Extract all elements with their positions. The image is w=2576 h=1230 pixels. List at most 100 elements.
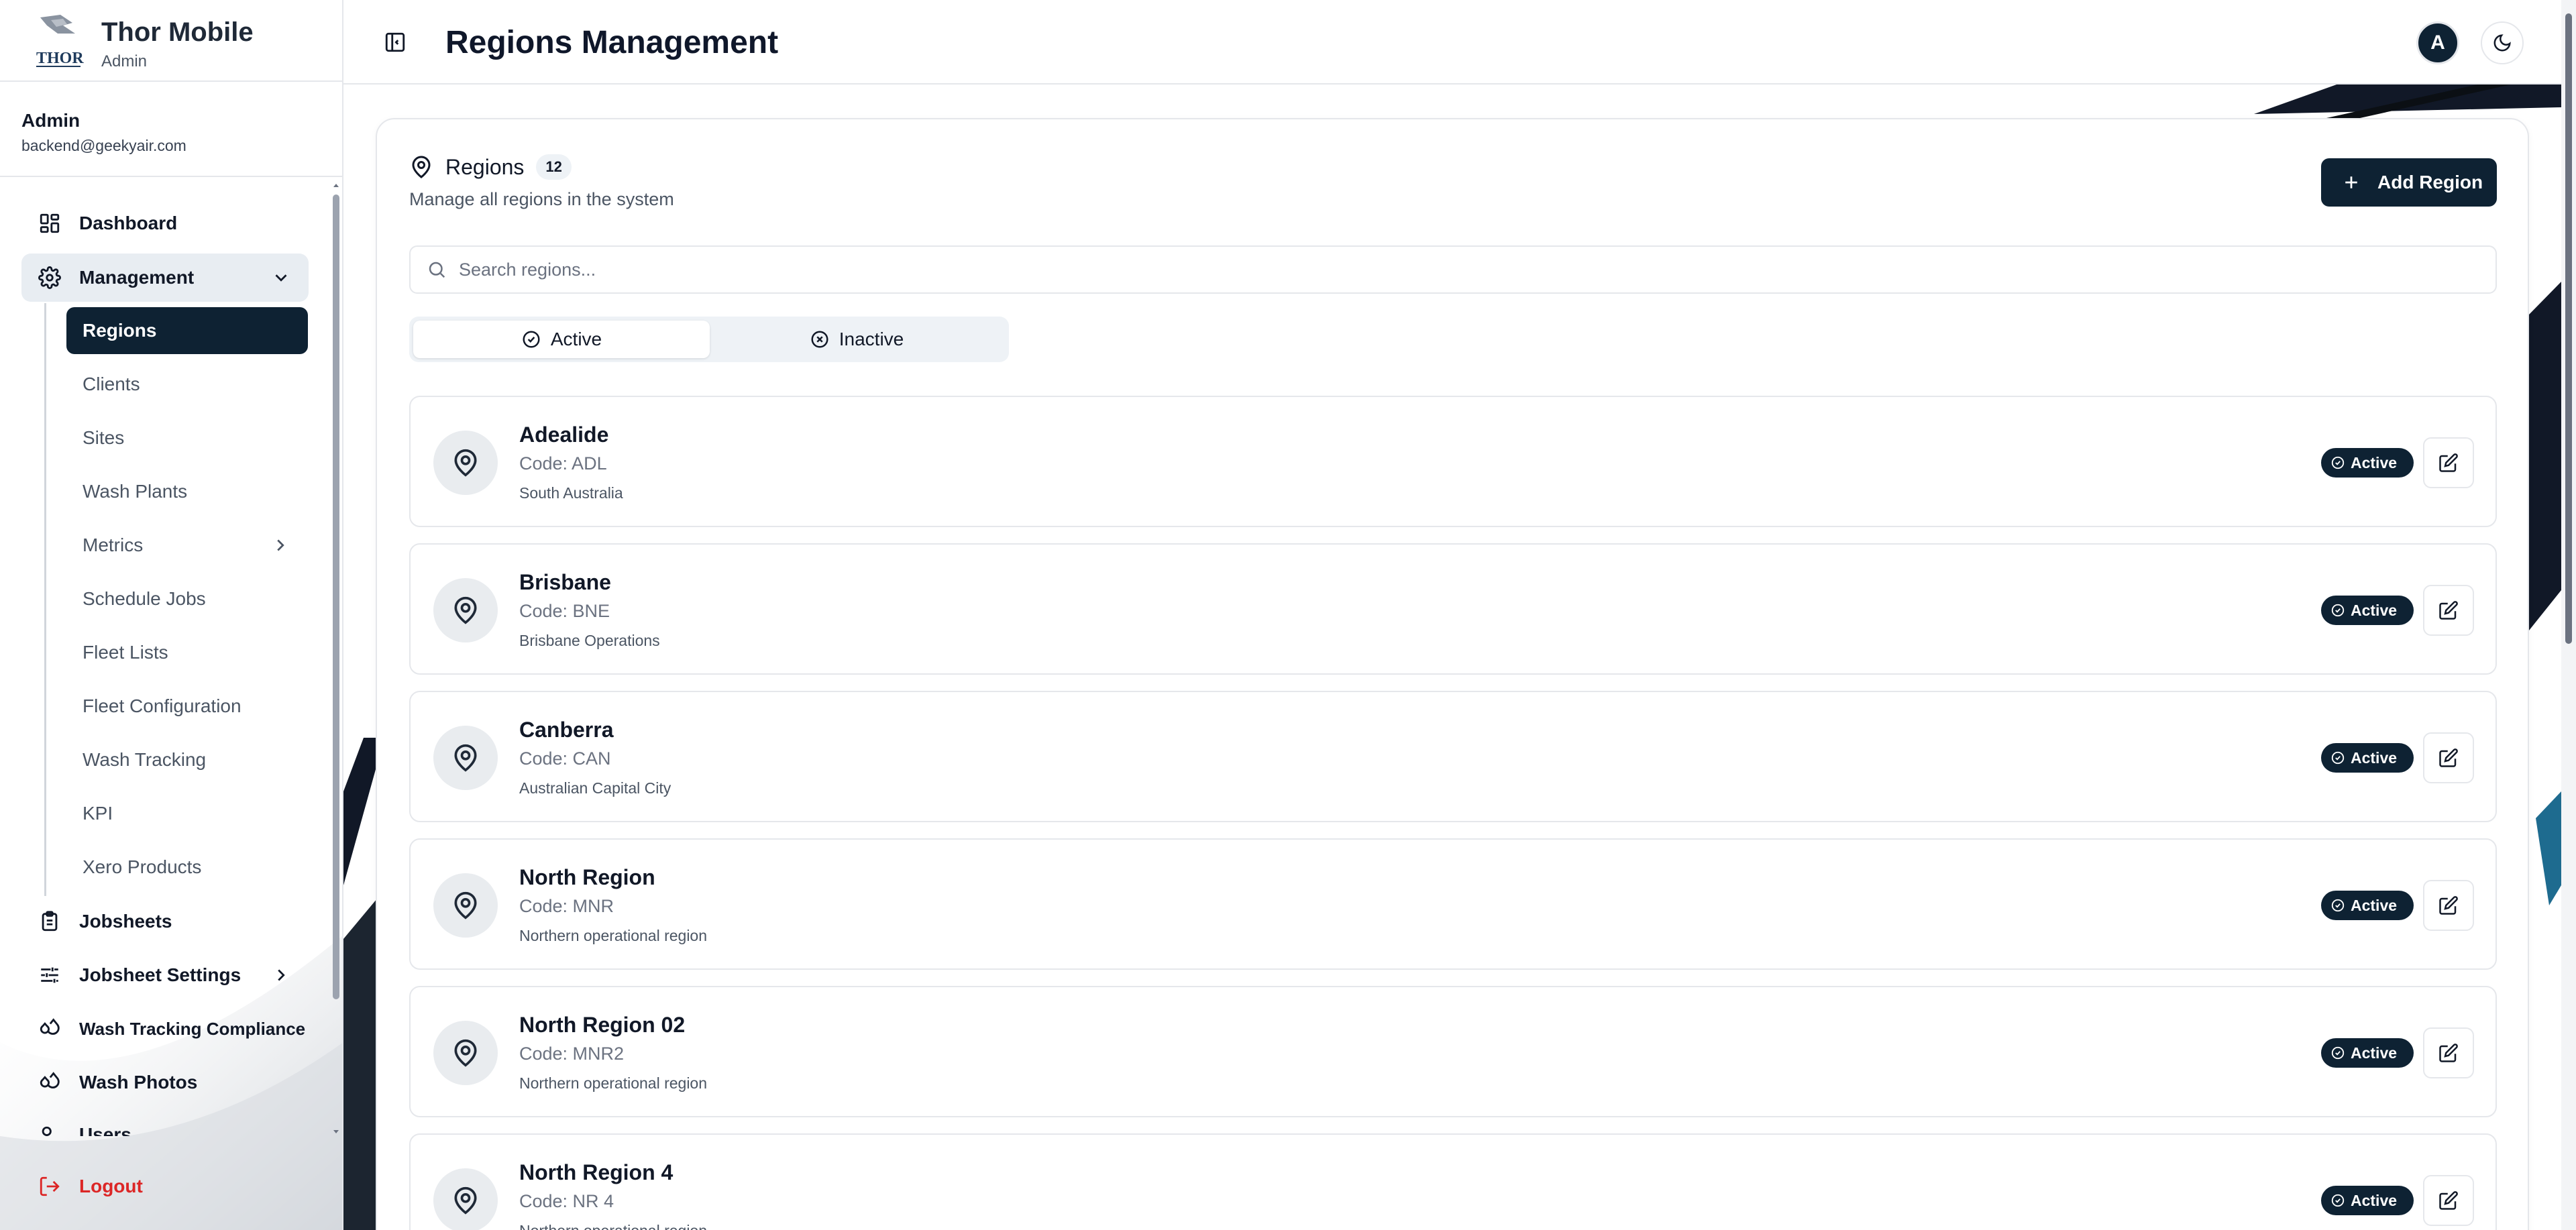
edit-button[interactable] xyxy=(2423,1027,2474,1078)
status-label: Active xyxy=(2351,1044,2398,1062)
map-pin-icon xyxy=(454,596,477,624)
sidebar-scrollbar[interactable] xyxy=(331,181,341,1136)
check-circle-icon xyxy=(2331,751,2345,765)
region-code: Code: NR 4 xyxy=(519,1191,614,1211)
region-list: Adealide Code: ADL South Australia Activ… xyxy=(409,396,2497,1230)
edit-icon xyxy=(2439,601,2458,620)
droplets-icon xyxy=(36,1069,63,1096)
sidebar-item-clients[interactable]: Clients xyxy=(66,361,308,408)
sidebar: THOR Thor Mobile Admin Admin backend@gee… xyxy=(0,0,343,1230)
brand-subtitle: Admin xyxy=(101,52,148,70)
region-code: Code: BNE xyxy=(519,601,610,621)
sidebar-item-jobsheet-settings[interactable]: Jobsheet Settings xyxy=(21,951,309,999)
region-description: Northern operational region xyxy=(519,927,708,944)
gear-icon xyxy=(36,264,63,291)
sidebar-item-sites[interactable]: Sites xyxy=(66,414,308,461)
status-badge: Active xyxy=(2321,596,2414,625)
search-input[interactable] xyxy=(459,259,2404,280)
sidebar-item-label: Dashboard xyxy=(79,213,178,233)
region-row[interactable]: Canberra Code: CAN Australian Capital Ci… xyxy=(409,691,2497,822)
main-scrollbar[interactable] xyxy=(2561,0,2576,1230)
user-avatar[interactable]: A xyxy=(2416,21,2459,64)
search-icon xyxy=(429,262,445,278)
sidebar-item-label: Regions xyxy=(83,320,157,341)
sidebar-item-schedule-jobs[interactable]: Schedule Jobs xyxy=(66,575,308,622)
logout-label: Logout xyxy=(79,1176,143,1196)
sidebar-item-management[interactable]: Management xyxy=(21,254,309,302)
region-row[interactable]: North Region 4 Code: NR 4 Northern opera… xyxy=(409,1133,2497,1230)
sidebar-item-users[interactable]: Users xyxy=(21,1112,309,1136)
sidebar-item-label: Wash Tracking xyxy=(83,749,207,770)
sidebar-item-label: Wash Plants xyxy=(83,481,188,502)
region-row[interactable]: North Region 02 Code: MNR2 Northern oper… xyxy=(409,986,2497,1117)
edit-button[interactable] xyxy=(2423,880,2474,931)
sidebar-item-label: Xero Products xyxy=(83,856,202,877)
region-description: Australian Capital City xyxy=(519,779,672,797)
check-circle-icon xyxy=(2331,899,2345,912)
region-name: North Region 02 xyxy=(519,1013,686,1037)
region-name: Brisbane xyxy=(519,570,611,594)
svg-text:THOR: THOR xyxy=(36,50,84,67)
sidebar-item-label: Jobsheet Settings xyxy=(79,964,241,985)
sidebar-item-metrics[interactable]: Metrics xyxy=(66,522,308,569)
user-email: backend@geekyair.com xyxy=(21,137,186,154)
sidebar-item-fleet-configuration[interactable]: Fleet Configuration xyxy=(66,683,308,730)
top-bar: Regions Management A xyxy=(343,0,2561,85)
status-badge: Active xyxy=(2321,743,2414,773)
status-tabs: Active Inactive xyxy=(409,317,1009,362)
region-row[interactable]: North Region Code: MNR Northern operatio… xyxy=(409,838,2497,970)
sidebar-item-regions[interactable]: Regions xyxy=(66,307,308,354)
sidebar-item-label: Management xyxy=(79,267,195,288)
edit-icon xyxy=(2439,453,2458,472)
sidebar-item-fleet-lists[interactable]: Fleet Lists xyxy=(66,629,308,676)
brand-header: THOR Thor Mobile Admin xyxy=(0,0,342,82)
edit-button[interactable] xyxy=(2423,732,2474,783)
region-code: Code: CAN xyxy=(519,748,611,769)
theme-toggle-button[interactable] xyxy=(2481,21,2524,64)
regions-count-badge: 12 xyxy=(536,154,572,180)
brand-name: Thor Mobile xyxy=(101,17,254,47)
sidebar-item-label: Wash Tracking Compliance xyxy=(79,1018,306,1039)
edit-button[interactable] xyxy=(2423,1175,2474,1226)
users-icon xyxy=(36,1123,63,1136)
sidebar-item-kpi[interactable]: KPI xyxy=(66,790,308,837)
region-row[interactable]: Adealide Code: ADL South Australia Activ… xyxy=(409,396,2497,527)
sidebar-item-wash-plants[interactable]: Wash Plants xyxy=(66,468,308,515)
sidebar-item-jobsheets[interactable]: Jobsheets xyxy=(21,897,309,946)
region-description: South Australia xyxy=(519,484,623,502)
tab-active[interactable]: Active xyxy=(413,321,710,358)
check-circle-icon xyxy=(2331,1194,2345,1207)
map-pin-icon xyxy=(454,891,477,919)
region-name: North Region xyxy=(519,865,655,889)
layout-grid-icon xyxy=(36,210,63,237)
edit-button[interactable] xyxy=(2423,437,2474,488)
sidebar-item-xero-products[interactable]: Xero Products xyxy=(66,844,308,891)
status-label: Active xyxy=(2351,601,2398,619)
region-description: Brisbane Operations xyxy=(519,632,660,649)
edit-icon xyxy=(2439,1044,2458,1062)
edit-button[interactable] xyxy=(2423,585,2474,636)
region-code: Code: ADL xyxy=(519,453,607,473)
add-region-button[interactable]: Add Region xyxy=(2321,158,2497,207)
logout-button[interactable]: Logout xyxy=(21,1163,309,1210)
check-circle-icon xyxy=(2331,604,2345,617)
sidebar-item-wash-tracking[interactable]: Wash Tracking xyxy=(66,736,308,783)
status-label: Active xyxy=(2351,748,2398,767)
map-pin-icon xyxy=(454,449,477,477)
x-circle-icon xyxy=(811,331,828,348)
tab-inactive[interactable]: Inactive xyxy=(708,321,1005,358)
region-icon-circle xyxy=(433,1168,498,1230)
sidebar-item-wash-photos[interactable]: Wash Photos xyxy=(21,1058,309,1107)
region-row[interactable]: Brisbane Code: BNE Brisbane Operations A… xyxy=(409,543,2497,675)
tab-label: Active xyxy=(550,329,602,349)
region-description: Northern operational region xyxy=(519,1222,707,1230)
logout-icon xyxy=(36,1173,63,1200)
clipboard-icon xyxy=(36,908,63,935)
regions-title: Regions xyxy=(445,154,525,179)
sidebar-toggle-icon[interactable] xyxy=(384,31,407,54)
region-code: Code: MNR xyxy=(519,896,614,916)
sidebar-item-wash-tracking-compliance[interactable]: Wash Tracking Compliance xyxy=(21,1005,309,1053)
region-description: Northern operational region xyxy=(519,1074,708,1092)
thor-logo: THOR xyxy=(36,15,84,67)
sidebar-item-dashboard[interactable]: Dashboard xyxy=(21,199,309,247)
